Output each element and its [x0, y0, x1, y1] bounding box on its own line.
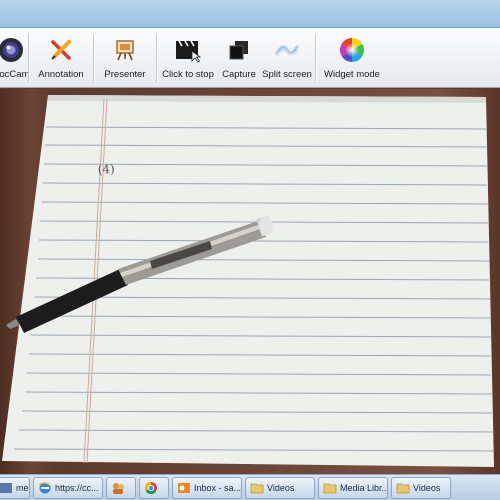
capture-icon — [225, 36, 253, 64]
taskbar-item-label: metic ... — [16, 482, 29, 493]
people-icon — [111, 481, 125, 495]
folder-icon — [323, 481, 337, 495]
widget-mode-button[interactable]: Widget mode — [316, 28, 388, 88]
pencil-icon — [47, 36, 75, 64]
lens-icon — [0, 36, 25, 64]
annotation-label: Annotation — [38, 69, 84, 80]
taskbar-item-videos[interactable]: Videos — [245, 476, 315, 499]
taskbar: metic ... https://cc... Inbox - sa... Vi… — [0, 474, 500, 500]
split-screen-label: Split screen — [262, 69, 312, 80]
doccam-label: DocCam — [0, 69, 30, 80]
taskbar-item-chrome[interactable] — [139, 476, 169, 499]
window-title-strip — [0, 0, 500, 28]
taskbar-item-app[interactable]: metic ... — [0, 476, 30, 499]
app-icon — [0, 481, 13, 495]
taskbar-item-label: Videos — [267, 482, 295, 493]
paper-handwritten-mark: (4) — [97, 162, 115, 177]
click-to-stop-button[interactable]: Click to stop — [157, 28, 219, 88]
color-wheel-icon — [338, 36, 366, 64]
taskbar-item-label: https://cc... — [55, 482, 99, 493]
widget-mode-label: Widget mode — [324, 69, 380, 80]
presenter-label: Presenter — [104, 69, 146, 80]
taskbar-item-contacts[interactable] — [106, 476, 136, 499]
easel-icon — [111, 36, 139, 64]
click-to-stop-label: Click to stop — [162, 69, 214, 80]
split-screen-button[interactable]: Split screen — [259, 28, 315, 88]
clapper-icon — [174, 36, 202, 64]
capture-button[interactable]: Capture — [219, 28, 259, 88]
split-screen-icon — [273, 36, 301, 64]
taskbar-item-label: Videos — [413, 482, 441, 493]
ie-icon — [38, 481, 52, 495]
presenter-button[interactable]: Presenter — [94, 28, 156, 88]
taskbar-item-videos-2[interactable]: Videos — [391, 476, 451, 499]
outlook-icon — [177, 481, 191, 495]
taskbar-item-label: Inbox - sa... — [194, 482, 242, 493]
camera-image: (4) — [2, 95, 494, 467]
folder-icon — [396, 481, 410, 495]
camera-view: (4) — [0, 89, 500, 474]
chrome-icon — [144, 481, 158, 495]
annotation-button[interactable]: Annotation — [29, 28, 93, 88]
taskbar-item-inbox[interactable]: Inbox - sa... — [172, 476, 242, 499]
doccam-button[interactable]: DocCam — [0, 28, 30, 88]
capture-label: Capture — [222, 69, 256, 80]
taskbar-item-label: Media Libr... — [340, 482, 388, 493]
folder-icon — [250, 481, 264, 495]
toolbar: DocCam Annotation Presenter — [0, 28, 500, 88]
taskbar-item-media-library[interactable]: Media Libr... — [318, 476, 388, 499]
taskbar-item-browser[interactable]: https://cc... — [33, 476, 103, 499]
